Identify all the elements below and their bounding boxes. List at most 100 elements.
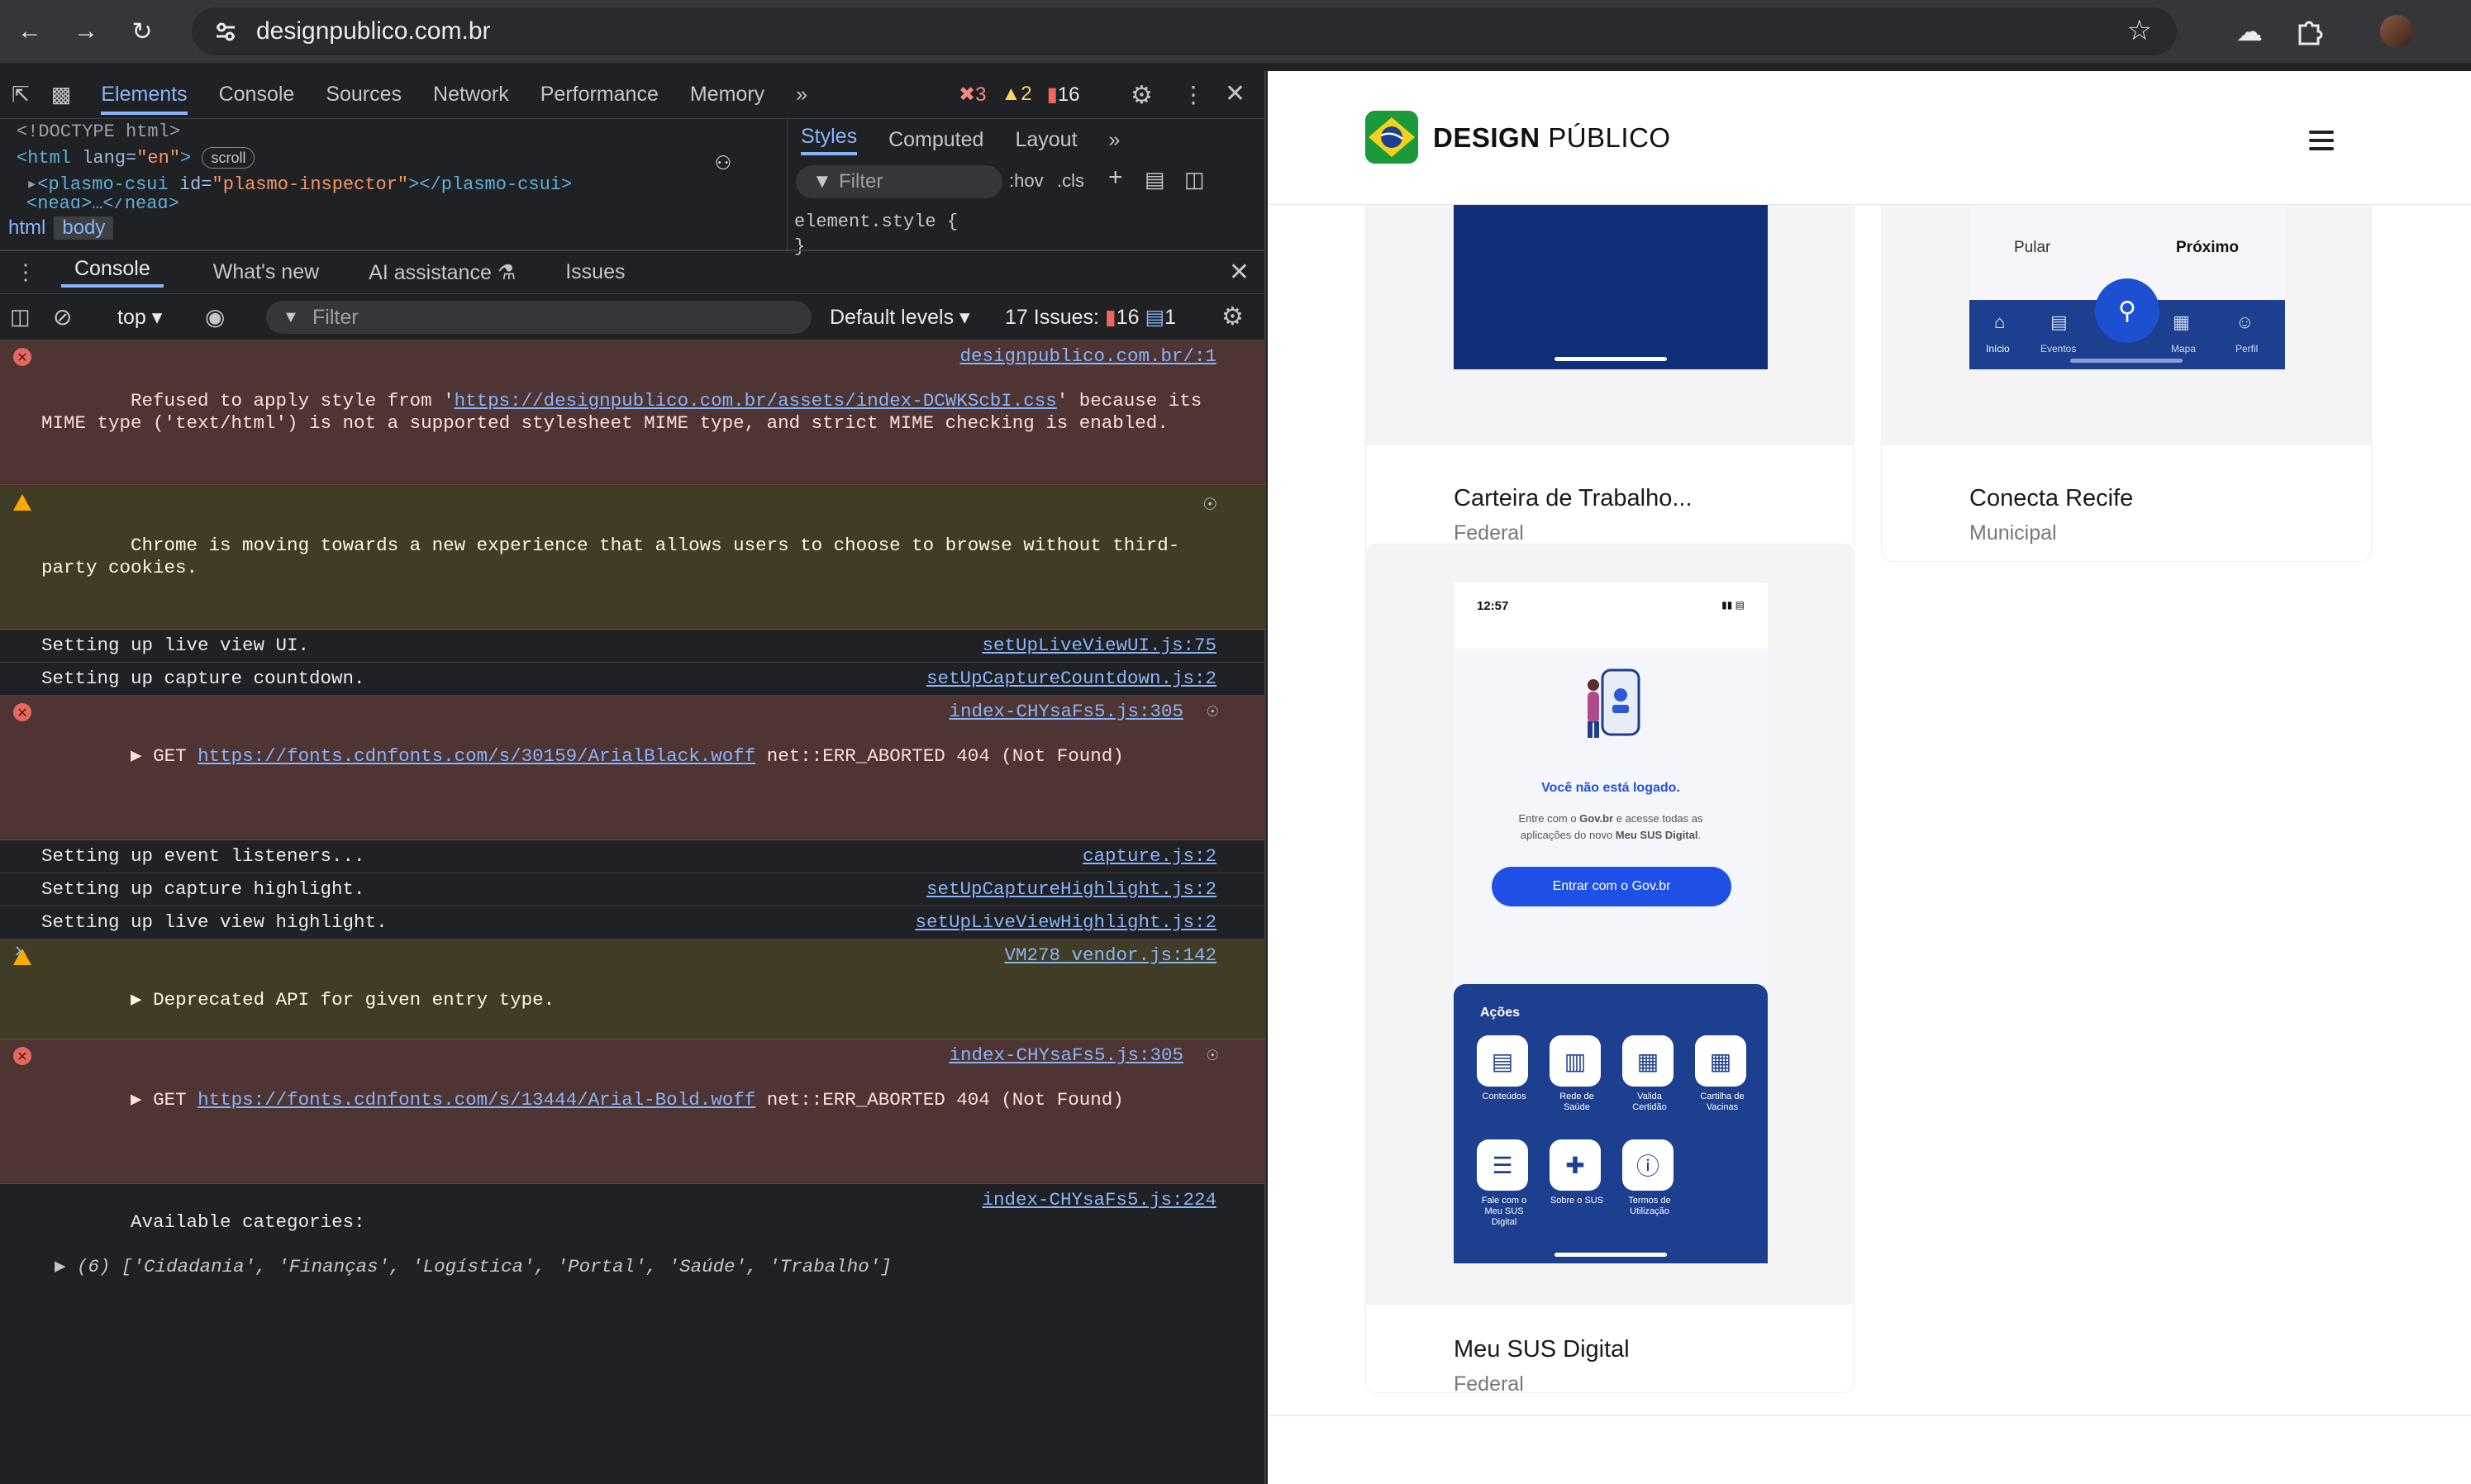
head-node[interactable]: <head>…</head>: [0, 198, 785, 210]
console-error[interactable]: ✕ Refused to apply style from 'https://d…: [0, 340, 1266, 485]
console-warning[interactable]: Chrome is moving towards a new experienc…: [0, 485, 1266, 630]
tab-memory[interactable]: Memory: [690, 83, 764, 107]
cloud-icon[interactable]: ☁: [2230, 12, 2269, 51]
hamburger-menu-icon[interactable]: [2309, 131, 2334, 155]
cookie-icon[interactable]: ☉: [1203, 493, 1216, 516]
console-error[interactable]: ✕ ▶ GET https://fonts.cdnfonts.com/s/134…: [0, 1039, 1266, 1184]
tab-network[interactable]: Network: [433, 83, 509, 107]
cls-toggle[interactable]: .cls: [1057, 170, 1084, 192]
console-error[interactable]: ✕ ▶ GET https://fonts.cdnfonts.com/s/301…: [0, 696, 1266, 840]
app-card-meu-sus-digital[interactable]: 12:57 ▮▮ ▤ Você não está logado. Entre c…: [1365, 544, 1854, 1393]
footer-divider: [1268, 1415, 2471, 1416]
doctype-line[interactable]: <!DOCTYPE html>: [0, 119, 785, 145]
expand-triangle-icon[interactable]: ▸: [26, 174, 37, 195]
clear-console-icon[interactable]: ⊘: [53, 303, 72, 331]
drawer-tab-whats-new[interactable]: What's new: [213, 260, 319, 284]
drawer-tab-issues[interactable]: Issues: [565, 260, 625, 284]
inspect-element-icon[interactable]: ⇱: [12, 82, 30, 107]
log-levels-select[interactable]: Default levels ▾: [830, 305, 970, 330]
new-rule-icon[interactable]: +: [1108, 164, 1123, 192]
console-log[interactable]: Available categories: index-CHYsaFs5.js:2…: [0, 1184, 1266, 1328]
msg-link[interactable]: https://fonts.cdnfonts.com/s/13444/Arial…: [198, 1089, 755, 1111]
msg-source-link[interactable]: index-CHYsaFs5.js:305: [949, 1044, 1183, 1067]
console-prompt[interactable]: ›: [15, 937, 22, 963]
crumb-html[interactable]: html: [0, 216, 54, 240]
site-info-icon[interactable]: [212, 17, 240, 45]
brazil-flag-logo[interactable]: [1365, 111, 1418, 164]
msg-source-link[interactable]: capture.js:2: [1083, 845, 1216, 868]
categories-array[interactable]: ▶ (6) ['Cidadania', 'Finanças', 'Logísti…: [41, 1256, 1216, 1278]
network-globe-icon[interactable]: ☉: [1207, 1044, 1218, 1067]
styles-filter-input[interactable]: ▼ Filter: [796, 165, 1002, 198]
device-toolbar-icon[interactable]: ▩: [51, 82, 72, 107]
plasmo-node[interactable]: ▸<plasmo-csui id="plasmo-inspector"></pl…: [0, 172, 785, 198]
action-label: Termos de Utilização: [1628, 1196, 1671, 1216]
msg-link[interactable]: https://designpublico.com.br/assets/inde…: [455, 390, 1057, 411]
error-count-value: 3: [975, 83, 987, 106]
msg-source-link[interactable]: setUpLiveViewHighlight.js:2: [915, 911, 1216, 934]
scroll-badge[interactable]: scroll: [202, 147, 255, 169]
console-log[interactable]: Setting up live view UI. setUpLiveViewUI.…: [0, 630, 1266, 663]
tab-performance[interactable]: Performance: [540, 83, 659, 107]
msg-link[interactable]: https://fonts.cdnfonts.com/s/30159/Arial…: [198, 745, 755, 767]
html-node[interactable]: <html lang="en"> scroll: [0, 145, 785, 172]
tab-sources[interactable]: Sources: [326, 83, 402, 107]
console-log[interactable]: Setting up capture countdown. setUpCaptur…: [0, 663, 1266, 696]
drawer-menu-icon[interactable]: ⋮: [15, 259, 36, 285]
eye-icon[interactable]: ◉: [205, 303, 225, 331]
console-warning[interactable]: ▶ Deprecated API for given entry type. VM…: [0, 939, 1266, 1039]
sidebar-toggle-icon[interactable]: ◫: [1184, 167, 1205, 193]
drawer-tab-console[interactable]: Console: [61, 257, 164, 288]
console-log[interactable]: Setting up live view highlight. setUpLive…: [0, 906, 1266, 939]
back-button[interactable]: ←: [8, 10, 51, 53]
filter-icon: ▼: [812, 170, 832, 193]
msg-source-link[interactable]: VM278 vendor.js:142: [1004, 944, 1216, 967]
tab-computed[interactable]: Computed: [888, 128, 983, 152]
drawer-tab-ai-assistance[interactable]: AI assistance ⚗: [369, 260, 516, 285]
console-log[interactable]: Setting up capture highlight. setUpCaptur…: [0, 873, 1266, 906]
context-select[interactable]: top ▾: [117, 305, 162, 330]
nav-eventos: Eventos: [2040, 343, 2077, 354]
hov-toggle[interactable]: :hov: [1009, 170, 1044, 192]
tab-layout[interactable]: Layout: [1015, 128, 1077, 152]
error-count[interactable]: ✖3: [959, 83, 986, 107]
tab-console[interactable]: Console: [219, 83, 295, 107]
tab-styles[interactable]: Styles: [801, 125, 858, 155]
warning-count[interactable]: ▲2: [1001, 83, 1031, 107]
msg-source-link[interactable]: setUpCaptureHighlight.js:2: [926, 878, 1216, 901]
console-filter-input[interactable]: ▼ Filter: [266, 301, 812, 334]
more-tabs-button[interactable]: »: [796, 83, 807, 107]
bookmark-star-icon[interactable]: ☆: [2127, 14, 2152, 47]
sidebar-icon[interactable]: ◫: [10, 304, 31, 330]
settings-gear-icon[interactable]: ⚙: [1131, 81, 1153, 110]
console-settings-icon[interactable]: ⚙: [1221, 302, 1244, 331]
devtools-tabbar: ⇱ ▩ Elements Console Sources Network Per…: [0, 71, 1264, 119]
url-text[interactable]: designpublico.com.br: [256, 17, 491, 45]
profile-avatar[interactable]: [2380, 15, 2413, 48]
address-bar[interactable]: designpublico.com.br ☆: [192, 7, 2177, 55]
issue-counters[interactable]: ✖3 ▲2 ▮16: [959, 83, 1080, 107]
console-log[interactable]: Setting up event listeners... capture.js:…: [0, 840, 1266, 873]
kebab-menu-icon[interactable]: ⋮: [1182, 81, 1205, 108]
issues-count[interactable]: ▮16: [1047, 83, 1080, 107]
map-icon: ▦: [2173, 312, 2190, 332]
close-drawer-icon[interactable]: ✕: [1229, 258, 1250, 287]
reload-button[interactable]: ↻: [121, 10, 164, 53]
forward-button[interactable]: →: [64, 10, 107, 53]
crumb-body[interactable]: body: [54, 216, 114, 240]
issues-summary[interactable]: 17 Issues: ▮16 ▤1: [1005, 305, 1176, 330]
extensions-icon[interactable]: [2289, 12, 2329, 51]
accessibility-icon[interactable]: ⚇: [716, 147, 731, 178]
msg-source-link[interactable]: setUpLiveViewUI.js:75: [982, 635, 1216, 657]
close-devtools-icon[interactable]: ✕: [1225, 79, 1245, 108]
msg-source-link[interactable]: index-CHYsaFs5.js:305: [949, 701, 1183, 723]
msg-source-link[interactable]: index-CHYsaFs5.js:224: [982, 1189, 1216, 1211]
console-messages: ✕ Refused to apply style from 'https://d…: [0, 340, 1266, 1328]
msg-source-link[interactable]: designpublico.com.br/:1: [959, 345, 1216, 368]
msg-source-link[interactable]: setUpCaptureCountdown.js:2: [926, 668, 1216, 690]
network-globe-icon[interactable]: ☉: [1207, 701, 1218, 723]
tab-elements[interactable]: Elements: [101, 83, 188, 115]
more-style-tabs-icon[interactable]: »: [1109, 128, 1121, 152]
site-brand[interactable]: DESIGN PÚBLICO: [1433, 122, 1671, 154]
paint-icon[interactable]: ▤: [1145, 167, 1165, 193]
